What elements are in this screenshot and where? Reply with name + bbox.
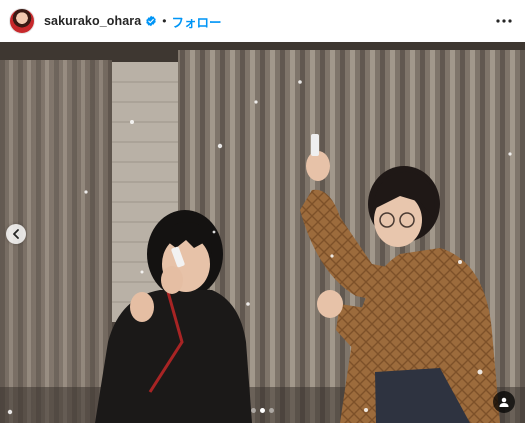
- post-photo[interactable]: [0, 42, 525, 423]
- post-header: sakurako_ohara • フォロー: [0, 0, 525, 42]
- carousel-dot: [260, 408, 265, 413]
- header-separator: •: [162, 14, 167, 28]
- more-horizontal-icon: [496, 19, 512, 23]
- verified-badge-icon: [146, 15, 157, 27]
- carousel-dot: [269, 408, 274, 413]
- carousel-indicator: [0, 408, 525, 413]
- avatar[interactable]: [9, 8, 35, 34]
- photo-scene: [0, 42, 525, 423]
- chevron-left-icon: [13, 229, 19, 239]
- more-options-button[interactable]: [493, 10, 515, 32]
- instagram-post: sakurako_ohara • フォロー: [0, 0, 525, 423]
- user-tag-icon: [499, 397, 509, 407]
- carousel-dot: [251, 408, 256, 413]
- username-link[interactable]: sakurako_ohara: [44, 14, 141, 28]
- follow-button[interactable]: フォロー: [172, 12, 222, 31]
- user-tag-button[interactable]: [493, 391, 515, 413]
- previous-slide-button[interactable]: [6, 224, 26, 244]
